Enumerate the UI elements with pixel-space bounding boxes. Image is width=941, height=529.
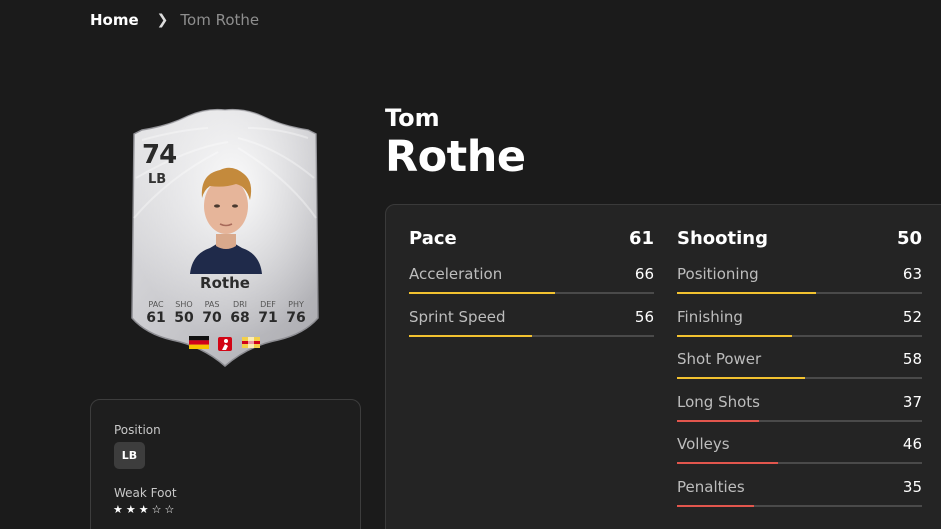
weak-foot-rating: ★ ★ ★ ☆ ☆ [113, 503, 174, 516]
card-stat: DRI 68 [226, 300, 254, 326]
breadcrumb: Home ❯ Tom Rothe [90, 11, 259, 29]
card-stat-label: DEF [260, 300, 276, 309]
stat-row-content: Acceleration 66 [409, 265, 654, 283]
star-filled-icon: ★ [125, 503, 136, 516]
stat-bar-fill [677, 377, 805, 379]
stat-value: 35 [902, 477, 922, 496]
stat-row: Volleys 46 [677, 435, 922, 465]
breadcrumb-current: Tom Rothe [180, 11, 260, 29]
shooting-value: 50 [896, 228, 922, 249]
stat-label: Shot Power [677, 350, 762, 368]
card-stats: PAC 61 SHO 50 PAS 70 DRI 68 DEF 71 PHY 76 [142, 300, 310, 326]
card-stat: PHY 76 [282, 300, 310, 326]
stat-row: Shot Power 58 [677, 350, 922, 380]
stat-bar [677, 377, 922, 379]
stat-row-content: Finishing 52 [677, 308, 922, 326]
player-last-name: Rothe [385, 132, 526, 182]
card-stat-label: SHO [175, 300, 193, 309]
germany-flag-icon [189, 336, 209, 349]
stat-label: Penalties [677, 477, 745, 496]
stat-bar-fill [677, 462, 779, 464]
stat-row: Penalties 35 [677, 478, 922, 508]
card-stat-value: 71 [258, 310, 278, 326]
stat-bar [677, 419, 922, 422]
card-stat-value: 50 [174, 310, 194, 326]
stat-bar [409, 292, 654, 294]
stat-bar-fill [677, 334, 792, 337]
position-label: Position [114, 423, 161, 437]
card-rating: 74 [142, 140, 177, 170]
stat-row: Finishing 52 [677, 308, 922, 338]
stat-label: Volleys [677, 435, 730, 453]
stat-bar-fill [677, 292, 816, 294]
chevron-right-icon: ❯ [156, 12, 169, 28]
star-filled-icon: ★ [138, 503, 149, 516]
player-first-name: Tom [385, 104, 440, 132]
stat-bar-fill [409, 292, 555, 294]
stat-label: Long Shots [677, 392, 760, 411]
star-empty-icon: ☆ [151, 503, 162, 516]
card-stat-value: 61 [146, 310, 166, 326]
bundesliga-logo-icon [218, 337, 232, 351]
stat-row: Acceleration 66 [409, 265, 654, 295]
stat-label: Finishing [677, 307, 743, 326]
card-stat-value: 76 [286, 310, 306, 326]
card-name: Rothe [200, 274, 250, 292]
weak-foot-label: Weak Foot [114, 486, 177, 500]
pace-value: 61 [628, 228, 654, 249]
card-stat-label: PHY [288, 300, 304, 309]
star-filled-icon: ★ [113, 503, 123, 516]
stat-label: Positioning [677, 265, 759, 283]
stat-bar-fill [409, 334, 533, 337]
stat-bar-fill [677, 504, 755, 507]
breadcrumb-home-link[interactable]: Home [90, 11, 139, 29]
stat-bar [409, 334, 654, 337]
stat-value: 66 [634, 265, 654, 283]
card-stat: PAS 70 [198, 300, 226, 326]
stat-row-content: Long Shots 37 [677, 393, 922, 411]
stat-row-content: Penalties 35 [677, 478, 922, 496]
shooting-title: Shooting [677, 228, 768, 249]
card-stat: PAC 61 [142, 300, 170, 326]
stats-panel: Pace 61 Acceleration 66 Sprint Speed 56 Sho… [385, 204, 941, 529]
card-stat-value: 70 [202, 310, 222, 326]
union-berlin-crest-icon [242, 337, 260, 348]
player-card[interactable]: 74 LB Rothe PAC 61 SHO 50 PAS 70 DRI 68 DEF 7… [128, 108, 322, 370]
position-chip: LB [114, 442, 145, 469]
stat-row-content: Shot Power 58 [677, 350, 922, 368]
stat-row: Sprint Speed 56 [409, 308, 654, 338]
stat-value: 58 [902, 350, 922, 368]
stat-label: Sprint Speed [409, 307, 506, 326]
pace-header: Pace 61 [409, 228, 654, 249]
pace-title: Pace [409, 228, 457, 249]
stat-bar [677, 462, 922, 464]
stat-bar-fill [677, 419, 759, 422]
stat-bar [677, 292, 922, 294]
stat-bar [677, 504, 922, 507]
card-badges [128, 336, 322, 352]
stat-value: 37 [902, 392, 922, 411]
player-photo [190, 167, 262, 274]
stat-row: Positioning 63 [677, 265, 922, 295]
card-stat-label: PAC [148, 300, 164, 309]
card-stat-label: PAS [204, 300, 220, 309]
player-info-panel: Position LB Weak Foot ★ ★ ★ ☆ ☆ [90, 399, 361, 529]
card-stat-label: DRI [232, 300, 248, 309]
shooting-header: Shooting 50 [677, 228, 922, 249]
stat-bar [677, 334, 922, 337]
stat-value: 63 [902, 265, 922, 283]
card-stat: SHO 50 [170, 300, 198, 326]
stat-row-content: Positioning 63 [677, 265, 922, 283]
stat-value: 56 [634, 307, 654, 326]
stat-row-content: Sprint Speed 56 [409, 308, 654, 326]
card-stat: DEF 71 [254, 300, 282, 326]
stat-value: 46 [902, 435, 922, 453]
card-stat-value: 68 [230, 310, 250, 326]
star-empty-icon: ☆ [164, 503, 175, 516]
stat-row: Long Shots 37 [677, 393, 922, 423]
card-position: LB [148, 172, 167, 187]
stat-label: Acceleration [409, 265, 503, 283]
stat-row-content: Volleys 46 [677, 435, 922, 453]
stat-value: 52 [902, 307, 922, 326]
